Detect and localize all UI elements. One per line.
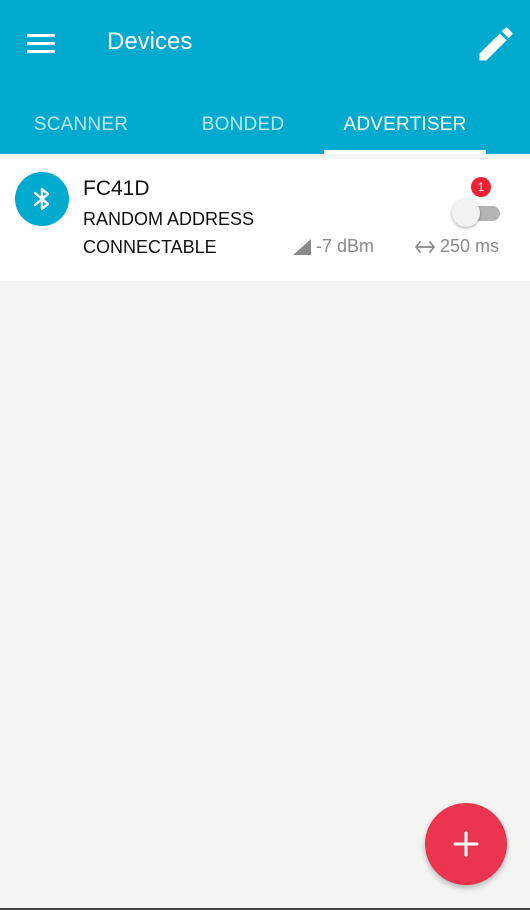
page-title: Devices bbox=[107, 28, 193, 55]
tx-power-info: -7 dBm bbox=[292, 236, 374, 257]
tab-bar: SCANNER BONDED ADVERTISER bbox=[0, 96, 530, 154]
interval-value: 250 ms bbox=[440, 236, 500, 256]
toggle-thumb bbox=[452, 199, 480, 227]
pencil-edit-icon[interactable] bbox=[474, 22, 518, 66]
tab-advertiser[interactable]: ADVERTISER bbox=[324, 96, 486, 154]
signal-strength-icon bbox=[293, 238, 311, 255]
device-name: FC41D bbox=[83, 177, 150, 200]
address-type-label: RANDOM ADDRESS bbox=[83, 209, 255, 229]
connectable-label: CONNECTABLE bbox=[83, 237, 217, 257]
tx-power-value: -7 dBm bbox=[316, 236, 375, 256]
hamburger-menu-icon[interactable] bbox=[18, 24, 64, 62]
notification-badge: 1 bbox=[471, 177, 491, 197]
tab-scanner[interactable]: SCANNER bbox=[0, 96, 162, 154]
tab-bonded[interactable]: BONDED bbox=[162, 96, 324, 154]
bluetooth-icon bbox=[15, 172, 69, 226]
interval-arrows-icon bbox=[415, 240, 435, 253]
advertiser-list-item[interactable]: FC41D RANDOM ADDRESS CONNECTABLE 1 -7 dB… bbox=[0, 159, 530, 281]
advertise-toggle[interactable] bbox=[452, 199, 502, 227]
app-bar: Devices SCANNER BONDED ADVERTISER bbox=[0, 0, 530, 154]
plus-icon bbox=[453, 831, 479, 857]
add-advertiser-button[interactable] bbox=[425, 803, 507, 885]
interval-info: 250 ms bbox=[414, 236, 499, 257]
